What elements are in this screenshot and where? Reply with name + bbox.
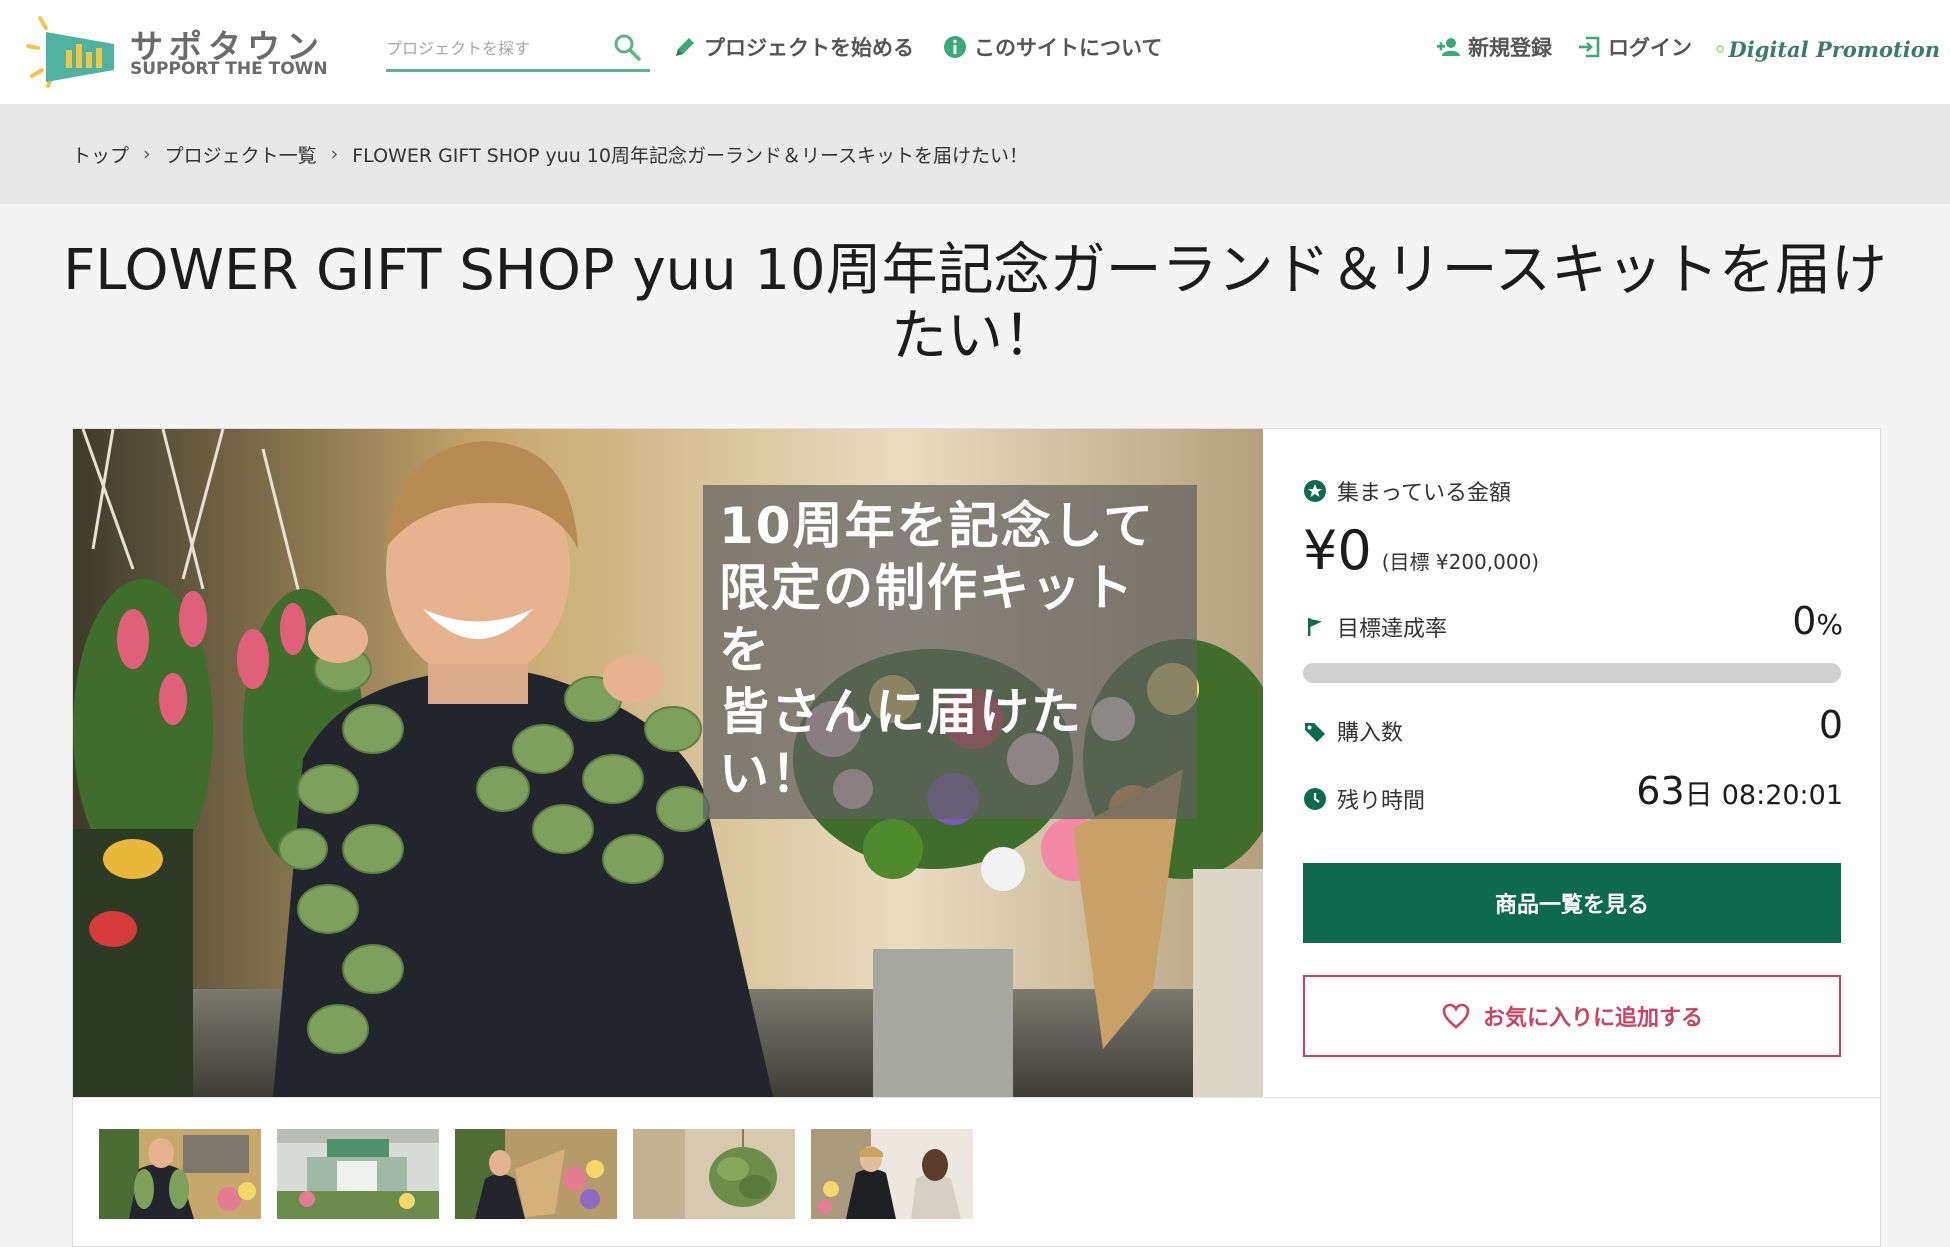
thumbnail-image — [99, 1129, 261, 1219]
purchases-count: 0 — [1818, 703, 1843, 747]
thumbnail-2[interactable] — [277, 1129, 439, 1219]
remaining-clock: 08:20:01 — [1721, 780, 1843, 811]
breadcrumb-top[interactable]: トップ — [72, 141, 129, 168]
clock-icon — [1304, 788, 1326, 810]
nav-about-label: このサイトについて — [974, 36, 1163, 60]
flag-icon — [1308, 618, 1322, 636]
remaining-days: 63 — [1636, 769, 1685, 813]
page-title: FLOWER GIFT SHOP yuu 10周年記念ガーランド＆リースキットを… — [63, 238, 1887, 369]
info-icon — [944, 36, 966, 58]
hero-caption: 10周年を記念して 限定の制作キットを 皆さんに届けたい！ — [703, 485, 1197, 819]
digital-promotion-logo[interactable]: Digital Promotion — [1716, 24, 1940, 74]
nav-login[interactable]: ログイン — [1576, 30, 1692, 64]
project-search — [386, 26, 650, 72]
add-user-icon — [1437, 38, 1460, 56]
nav-register[interactable]: 新規登録 — [1436, 30, 1552, 64]
nav-register-label: 新規登録 — [1468, 36, 1552, 60]
hero-image[interactable]: 10周年を記念して 限定の制作キットを 皆さんに届けたい！ — [73, 429, 1263, 1097]
thumbnail-1[interactable] — [99, 1129, 261, 1219]
thumbnail-image — [633, 1129, 795, 1219]
achievement-rate: 0% — [1792, 599, 1843, 643]
heart-icon — [1442, 1003, 1470, 1029]
thumbnail-5[interactable] — [811, 1129, 973, 1219]
breadcrumb-separator: › — [330, 143, 339, 165]
hero-caption-line: 限定の制作キットを — [719, 559, 1135, 679]
hero-caption-line: 皆さんに届けたい！ — [719, 683, 1083, 803]
hero-caption-line: 10周年を記念して — [719, 497, 1156, 555]
raised-amount-row: ¥0 (目標 ¥200,000) — [1303, 519, 1539, 582]
breadcrumb-project-list[interactable]: プロジェクト一覧 — [165, 141, 317, 168]
thumbnail-image — [277, 1129, 439, 1219]
digital-promotion-text: Digital Promotion — [1728, 36, 1941, 62]
nav-login-label: ログイン — [1608, 36, 1692, 60]
breadcrumb-current: FLOWER GIFT SHOP yuu 10周年記念ガーランド＆リースキットを… — [352, 144, 1029, 167]
thumbnail-3[interactable] — [455, 1129, 617, 1219]
pencil-icon — [676, 38, 694, 56]
purchases-label: 購入数 — [1303, 715, 1403, 747]
nav-about[interactable]: このサイトについて — [942, 30, 1162, 64]
project-stats: 集まっている金額 ¥0 (目標 ¥200,000) 目標達成率 0% 購入数 0… — [1303, 429, 1863, 1097]
star-badge-icon — [1304, 480, 1326, 502]
site-logo[interactable]: サポタウン SUPPORT THE TOWN — [26, 14, 328, 90]
image-thumbnails — [73, 1097, 1880, 1247]
search-icon[interactable] — [612, 32, 642, 62]
breadcrumb: トップ › プロジェクト一覧 › FLOWER GIFT SHOP yuu 10… — [0, 104, 1950, 204]
achievement-label: 目標達成率 — [1303, 611, 1447, 643]
search-input[interactable] — [386, 34, 606, 62]
site-header: サポタウン SUPPORT THE TOWN プロジェクトを始める このサイトに… — [0, 0, 1950, 104]
raised-amount: ¥0 — [1303, 519, 1372, 582]
raised-label-text: 集まっている金額 — [1337, 481, 1512, 506]
logo-text-en: SUPPORT THE TOWN — [130, 59, 328, 79]
nav-start-project-label: プロジェクトを始める — [704, 36, 914, 60]
remaining-label: 残り時間 — [1303, 783, 1425, 815]
remaining-time: 63日 08:20:01 — [1636, 769, 1843, 813]
achievement-label-text: 目標達成率 — [1337, 617, 1448, 642]
view-products-button[interactable]: 商品一覧を見る — [1303, 863, 1841, 943]
tag-icon — [1305, 723, 1325, 742]
breadcrumb-separator: › — [143, 143, 151, 165]
achievement-progress-bar — [1303, 663, 1841, 683]
ring-logo-icon — [1716, 44, 1725, 54]
project-card: 10周年を記念して 限定の制作キットを 皆さんに届けたい！ 集まっている金額 ¥… — [72, 428, 1881, 1247]
remaining-days-unit: 日 — [1684, 778, 1713, 811]
achievement-number: 0 — [1792, 599, 1817, 643]
goal-amount: (目標 ¥200,000) — [1381, 550, 1540, 574]
purchases-label-text: 購入数 — [1337, 721, 1404, 746]
thumbnail-image — [811, 1129, 973, 1219]
logo-megaphone-icon — [26, 16, 114, 88]
add-favorite-label: お気に入りに追加する — [1482, 1005, 1703, 1030]
login-icon — [1579, 36, 1600, 58]
add-favorite-button[interactable]: お気に入りに追加する — [1303, 975, 1841, 1057]
thumbnail-image — [455, 1129, 617, 1219]
thumbnail-4[interactable] — [633, 1129, 795, 1219]
achievement-unit: % — [1816, 608, 1843, 641]
remaining-label-text: 残り時間 — [1337, 789, 1426, 814]
nav-start-project[interactable]: プロジェクトを始める — [672, 30, 914, 64]
raised-label: 集まっている金額 — [1303, 475, 1511, 507]
